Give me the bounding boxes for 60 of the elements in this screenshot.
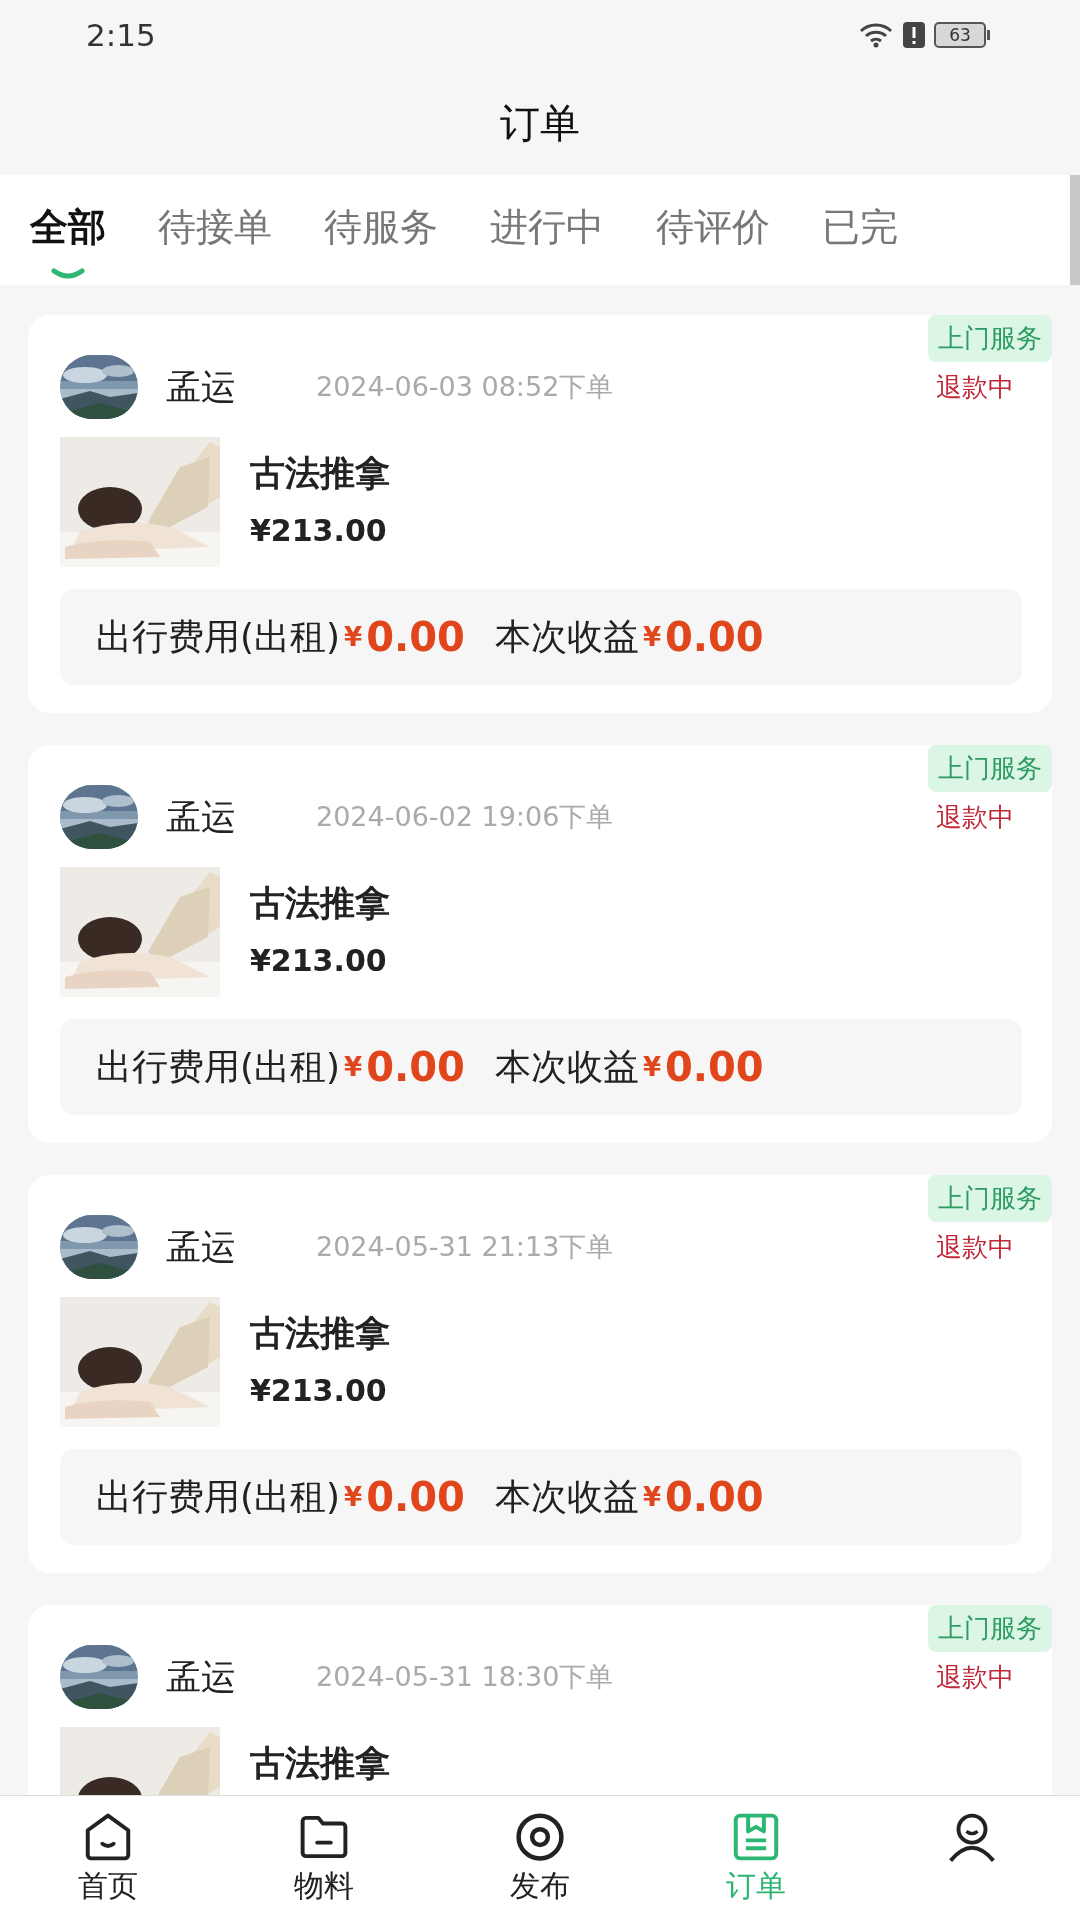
order-status: 退款中 — [936, 1660, 1014, 1694]
fee-label: 出行费用(出租) — [96, 1045, 341, 1089]
price: ¥213.00 — [250, 1371, 388, 1410]
order-time: 2024-06-02 19:06下单 — [316, 799, 615, 834]
fee-amount: 0.00 — [665, 1043, 764, 1092]
order-time: 2024-06-03 08:52下单 — [316, 369, 615, 404]
currency-symbol: ¥ — [344, 1480, 363, 1514]
tab[interactable]: 待服务 — [324, 175, 438, 285]
nav-tab[interactable]: 物料 — [216, 1796, 432, 1920]
fee-label: 出行费用(出租) — [96, 1475, 341, 1519]
service-title: 古法推拿 — [250, 1312, 390, 1355]
order-time: 2024-05-31 21:13下单 — [316, 1229, 615, 1264]
service-tag: 上门服务 — [928, 1175, 1052, 1222]
order-status: 退款中 — [936, 1230, 1014, 1264]
currency-symbol: ¥ — [344, 620, 363, 654]
target-icon — [513, 1810, 567, 1864]
service-title: 古法推拿 — [250, 1742, 390, 1785]
price: ¥213.00 — [250, 941, 388, 980]
alert-icon — [902, 21, 926, 49]
status-time: 2:15 — [86, 15, 156, 55]
customer-name: 孟运 — [166, 365, 237, 409]
service-tag: 上门服务 — [928, 745, 1052, 792]
fee-amount: 0.00 — [665, 613, 764, 662]
service-tag: 上门服务 — [928, 1605, 1052, 1652]
fee-label: 出行费用(出租) — [96, 615, 341, 659]
fee-amount: 0.00 — [665, 1473, 764, 1522]
tab-indicator-icon — [51, 268, 85, 280]
service-title: 古法推拿 — [250, 882, 390, 925]
service-title: 古法推拿 — [250, 452, 390, 495]
nav-tab[interactable]: 发布 — [432, 1796, 648, 1920]
service-tag: 上门服务 — [928, 315, 1052, 362]
wifi-icon — [858, 22, 894, 48]
order-card[interactable]: 上门服务 孟运 2024-05-31 18:30下单 退款中 古法推拿 — [28, 1605, 1052, 1795]
page-title: 订单 — [500, 98, 580, 148]
order-status: 退款中 — [936, 370, 1014, 404]
currency-symbol: ¥ — [642, 1480, 661, 1514]
nav-tab[interactable]: 首页 — [0, 1796, 216, 1920]
fee-amount: 0.00 — [366, 1473, 465, 1522]
fee-amount: 0.00 — [366, 613, 465, 662]
tab[interactable]: 待接单 — [158, 175, 272, 285]
currency-symbol: ¥ — [344, 1050, 363, 1084]
order-card[interactable]: 上门服务 孟运 2024-05-31 21:13下单 退款中 古法推拿 ¥213.00 出行费用(出租)¥0.00 本次收益¥0.00 — [28, 1175, 1052, 1573]
customer-name: 孟运 — [166, 1225, 237, 1269]
order-card[interactable]: 上门服务 孟运 2024-06-02 19:06下单 退款中 古法推拿 ¥213.00 出行费用(出租)¥0.00 本次收益¥0.00 — [28, 745, 1052, 1143]
fee-label: 本次收益 — [494, 615, 639, 659]
fee-label: 本次收益 — [494, 1045, 639, 1089]
fee-label: 本次收益 — [494, 1475, 639, 1519]
tab[interactable]: 待评价 — [656, 175, 770, 285]
customer-name: 孟运 — [166, 1655, 237, 1699]
fee-amount: 0.00 — [366, 1043, 465, 1092]
customer-name: 孟运 — [166, 795, 237, 839]
tab[interactable]: 进行中 — [490, 175, 604, 285]
currency-symbol: ¥ — [642, 1050, 661, 1084]
tab[interactable]: 已完 — [822, 175, 898, 285]
order-status: 退款中 — [936, 800, 1014, 834]
order-card[interactable]: 上门服务 孟运 2024-06-03 08:52下单 退款中 古法推拿 ¥213.00 出行费用(出租)¥0.00 本次收益¥0.00 — [28, 315, 1052, 713]
order-time: 2024-05-31 18:30下单 — [316, 1659, 615, 1694]
price: ¥213.00 — [250, 511, 388, 550]
currency-symbol: ¥ — [642, 620, 661, 654]
tab[interactable]: 全部 — [30, 175, 106, 285]
